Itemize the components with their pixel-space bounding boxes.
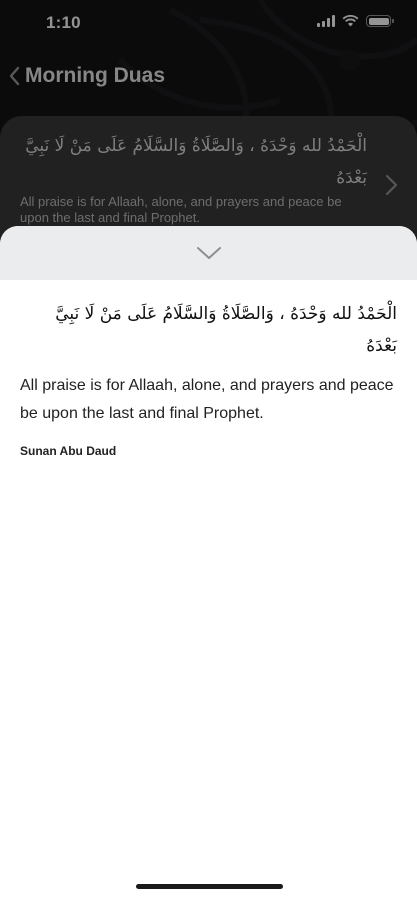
page-title: Morning Duas [25, 64, 165, 87]
collapse-sheet-button[interactable] [179, 233, 239, 273]
dua-arabic-text: الْحَمْدُ لله وَحْدَهُ ، وَالصَّلَاةُ وَ… [55, 304, 397, 356]
dua-detail-sheet: الْحَمْدُ لله وَحْدَهُ ، وَالصَّلَاةُ وَ… [0, 226, 417, 900]
dua-card-translation: All praise is for Allaah, alone, and pra… [20, 194, 342, 225]
battery-icon [366, 15, 394, 27]
dua-translation: All praise is for Allaah, alone, and pra… [20, 377, 394, 422]
dua-card-arabic-text: الْحَمْدُ لله وَحْدَهُ ، وَالصَّلَاةُ وَ… [25, 136, 367, 188]
home-indicator [136, 884, 283, 889]
chevron-down-icon [196, 247, 221, 259]
navigation-bar: Morning Duas [0, 58, 417, 94]
chevron-right-icon[interactable] [381, 172, 401, 198]
cellular-signal-icon [317, 15, 335, 27]
chevron-left-icon [9, 66, 20, 86]
dua-source: Sunan Abu Daud [20, 444, 117, 458]
wifi-icon [342, 15, 359, 27]
status-icons [317, 15, 394, 27]
status-bar: 1:10 [0, 0, 417, 46]
screen: 1:10 Morning Duas الْحَمْدُ لله وَحْدَهُ… [0, 0, 417, 900]
sheet-header [0, 226, 417, 280]
status-time: 1:10 [46, 13, 81, 32]
back-button[interactable] [0, 58, 21, 94]
